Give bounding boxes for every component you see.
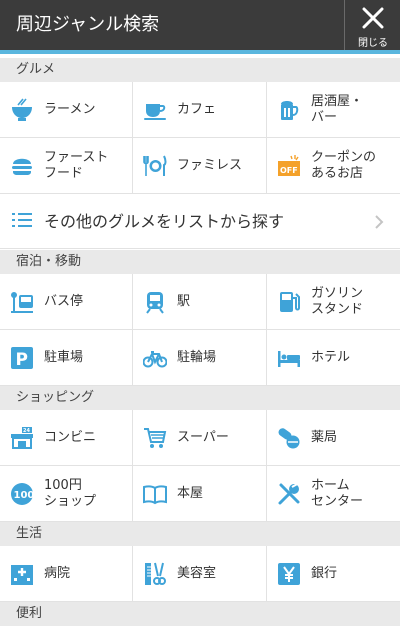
genre-cafe[interactable]: カフェ [133,82,267,138]
genre-izakaya[interactable]: 居酒屋・ バー [267,82,400,138]
section-life: 生活 [0,522,400,546]
genre-super[interactable]: スーパー [133,410,267,466]
genre-super-label: スーパー [177,430,229,445]
genre-books-label: 本屋 [177,486,204,501]
genre-famires-label: ファミレス [177,158,243,173]
genre-gas[interactable]: ガソリン スタンド [267,274,400,330]
genre-ramen[interactable]: ラーメン [0,82,133,138]
genre-pharmacy[interactable]: 薬局 [267,410,400,466]
genre-station[interactable]: 駅 [133,274,267,330]
row-stay-1: バス停 駅 ガソリン スタンド [0,274,400,330]
gourmet-list-link[interactable]: その他のグルメをリストから探す [0,194,400,249]
genre-homecenter[interactable]: ホーム センター [267,466,400,522]
open-book-icon [143,485,167,505]
chevron-right-icon [375,215,384,229]
ramen-icon [12,98,32,121]
svg-text:P: P [16,350,28,370]
genre-busstop[interactable]: バス停 [0,274,133,330]
genre-pharmacy-label: 薬局 [311,430,338,445]
genre-fastfood-label: ファースト フード [44,150,109,181]
genre-coupon[interactable]: OFF クーポンの あるお店 [267,138,400,194]
genre-conbini[interactable]: 24 コンビニ [0,410,133,466]
section-gourmet: グルメ [0,58,400,82]
pill-icon [278,428,300,449]
row-gourmet-2: ファースト フード ファミレス OFF クーポンの あるお店 [0,138,400,194]
coin-100-icon: 100 [11,483,35,505]
beer-mug-icon [281,101,299,120]
genre-hyakuen[interactable]: 100 100円 ショップ [0,466,133,522]
close-icon [362,7,384,29]
bus-stop-icon [11,292,33,313]
close-label: 閉じる [358,38,388,49]
genre-books[interactable]: 本屋 [133,466,267,522]
genre-cafe-label: カフェ [177,102,217,117]
genre-coupon-label: クーポンの あるお店 [311,150,377,181]
coupon-icon: OFF [278,155,300,176]
genre-hotel-label: ホテル [311,350,351,365]
bicycle-icon [143,351,167,368]
genre-hospital[interactable]: 病院 [0,546,133,602]
svg-text:OFF: OFF [280,166,298,175]
train-icon [146,292,164,314]
row-gourmet-1: ラーメン カフェ 居酒屋・ バー [0,82,400,138]
genre-bank-label: 銀行 [311,566,338,581]
genre-busstop-label: バス停 [44,294,84,309]
genre-bikeparking-label: 駐輪場 [177,350,217,365]
genre-beauty-label: 美容室 [177,566,217,581]
genre-famires[interactable]: ファミレス [133,138,267,194]
yen-icon [278,563,300,585]
genre-ramen-label: ラーメン [44,102,96,117]
page-title: 周辺ジャンル検索 [16,14,160,35]
genre-bikeparking[interactable]: 駐輪場 [133,330,267,386]
genre-station-label: 駅 [177,294,191,309]
row-shopping-2: 100 100円 ショップ 本屋 ホーム センター [0,466,400,522]
genre-hospital-label: 病院 [44,566,71,581]
gas-pump-icon [280,292,300,312]
close-button[interactable]: 閉じる [344,0,400,50]
parking-icon: P [11,347,33,370]
tools-icon [278,482,300,505]
genre-conbini-label: コンビニ [44,430,97,445]
genre-hyakuen-label: 100円 ショップ [44,478,97,509]
plate-cutlery-icon [143,155,167,176]
accent-bar [0,50,400,54]
list-icon [12,213,32,227]
section-shopping: ショッピング [0,386,400,410]
section-stay: 宿泊・移動 [0,250,400,274]
svg-text:100: 100 [14,490,35,501]
scissors-comb-icon [145,562,166,585]
genre-parking-label: 駐車場 [44,350,84,365]
genre-bank[interactable]: 銀行 [267,546,400,602]
row-life-1: 病院 美容室 銀行 [0,546,400,602]
bed-icon [278,351,300,367]
cafe-icon [144,104,166,120]
genre-hotel[interactable]: ホテル [267,330,400,386]
genre-homecenter-label: ホーム センター [311,478,364,509]
genre-gas-label: ガソリン スタンド [311,286,364,317]
row-shopping-1: 24 コンビニ スーパー 薬局 [0,410,400,466]
genre-izakaya-label: 居酒屋・ バー [311,94,364,125]
svg-text:24: 24 [23,428,30,434]
header-bar: 周辺ジャンル検索 閉じる [0,0,400,50]
convenience-store-icon: 24 [11,427,33,449]
section-convenience: 便利 [0,602,400,626]
shopping-cart-icon [144,428,167,448]
gourmet-list-label: その他のグルメをリストから探す [44,212,285,231]
genre-beauty[interactable]: 美容室 [133,546,267,602]
burger-icon [12,158,32,175]
hospital-icon [11,565,33,585]
row-stay-2: P 駐車場 駐輪場 ホテル [0,330,400,386]
genre-fastfood[interactable]: ファースト フード [0,138,133,194]
genre-parking[interactable]: P 駐車場 [0,330,133,386]
